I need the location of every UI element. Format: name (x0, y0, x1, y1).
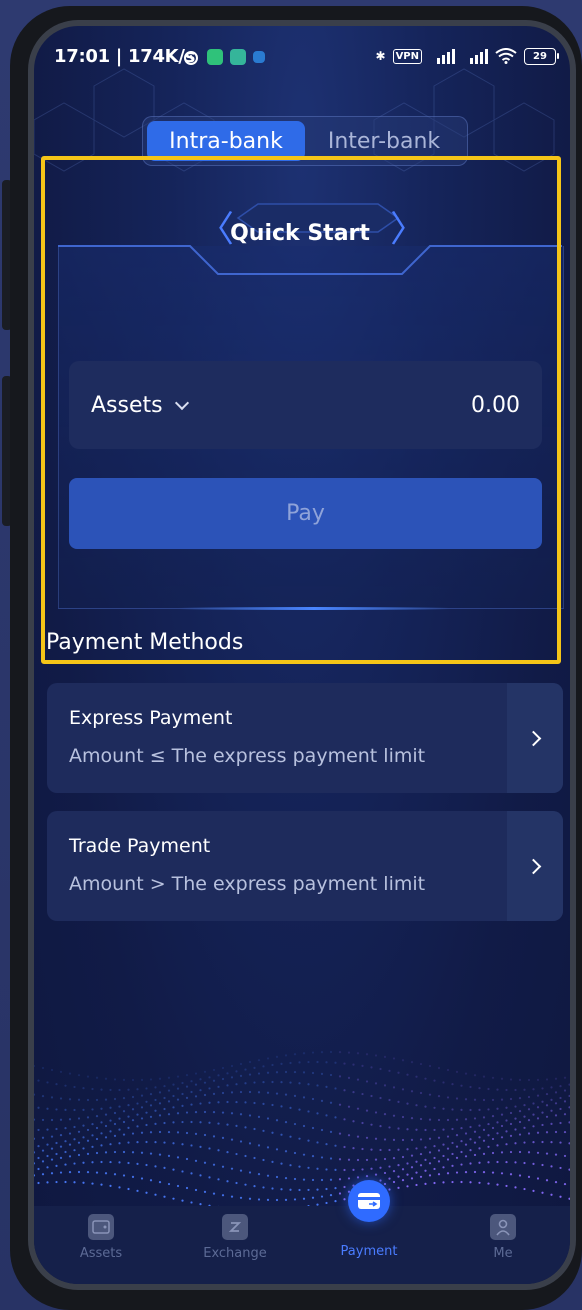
bluetooth-icon: ✱ (375, 49, 386, 63)
assets-label: Assets (91, 392, 163, 418)
express-payment-item[interactable]: Express Payment Amount ≤ The express pay… (47, 683, 563, 793)
user-icon (490, 1214, 516, 1240)
method-arrow[interactable] (507, 811, 563, 921)
quick-start-title: Quick Start (230, 220, 370, 246)
method-description: Amount > The express payment limit (69, 873, 426, 895)
method-name: Trade Payment (69, 835, 211, 857)
status-icons-right: ✱ VPN 29 (375, 44, 559, 68)
signal-icon (437, 49, 455, 64)
bank-transfer-tabs: Intra-bank Inter-bank (142, 116, 468, 166)
chevron-right-icon (525, 730, 541, 746)
payment-methods-title: Payment Methods (46, 630, 244, 655)
assets-dropdown[interactable]: Assets (91, 392, 189, 418)
nav-label: Payment (340, 1244, 398, 1259)
phone-frame: 17:01 | 174K/s ✱ VPN 29 Intra-bank Inter… (10, 6, 582, 1310)
status-icons-left (182, 45, 265, 69)
wifi-icon (495, 48, 517, 64)
card-glow-decoration (179, 607, 449, 610)
status-time: 17:01 | 174K/s (54, 46, 196, 67)
method-description: Amount ≤ The express payment limit (69, 745, 426, 767)
chevron-right-icon[interactable]: 〉 (390, 210, 426, 250)
payment-icon (348, 1180, 390, 1222)
wallet-icon (88, 1214, 114, 1240)
tab-intra-bank[interactable]: Intra-bank (147, 121, 305, 161)
nav-item-payment[interactable]: Payment (302, 1180, 436, 1284)
nav-item-exchange[interactable]: Exchange (168, 1206, 302, 1284)
phone-screen: 17:01 | 174K/s ✱ VPN 29 Intra-bank Inter… (34, 26, 570, 1284)
chevron-right-icon (525, 858, 541, 874)
signal-icon (470, 49, 488, 64)
dot-wave-decoration (34, 1050, 570, 1212)
exchange-icon (222, 1214, 248, 1240)
trade-payment-item[interactable]: Trade Payment Amount > The express payme… (47, 811, 563, 921)
vpn-icon: VPN (392, 48, 422, 64)
nav-label: Assets (79, 1246, 123, 1261)
tab-inter-bank[interactable]: Inter-bank (305, 121, 463, 161)
chevron-down-icon (174, 395, 189, 411)
pay-button[interactable]: Pay (69, 478, 542, 549)
method-arrow[interactable] (507, 683, 563, 793)
nav-item-me[interactable]: Me (436, 1206, 570, 1284)
alarm-icon (184, 51, 198, 65)
nav-label: Exchange (203, 1246, 267, 1261)
app-notification-icon (253, 51, 265, 63)
assets-selector-row[interactable]: Assets 0.00 (69, 361, 542, 449)
method-name: Express Payment (69, 707, 233, 729)
status-bar: 17:01 | 174K/s ✱ VPN 29 (34, 26, 570, 86)
bottom-navigation: Assets Exchange Payment Me (34, 1180, 570, 1284)
assets-value: 0.00 (471, 392, 520, 418)
app-notification-icon (207, 49, 223, 65)
app-notification-icon (230, 49, 246, 65)
nav-label: Me (493, 1246, 513, 1261)
nav-item-assets[interactable]: Assets (34, 1206, 168, 1284)
device-background: 17:01 | 174K/s ✱ VPN 29 Intra-bank Inter… (0, 0, 582, 1310)
battery-icon: 29 (524, 47, 559, 65)
